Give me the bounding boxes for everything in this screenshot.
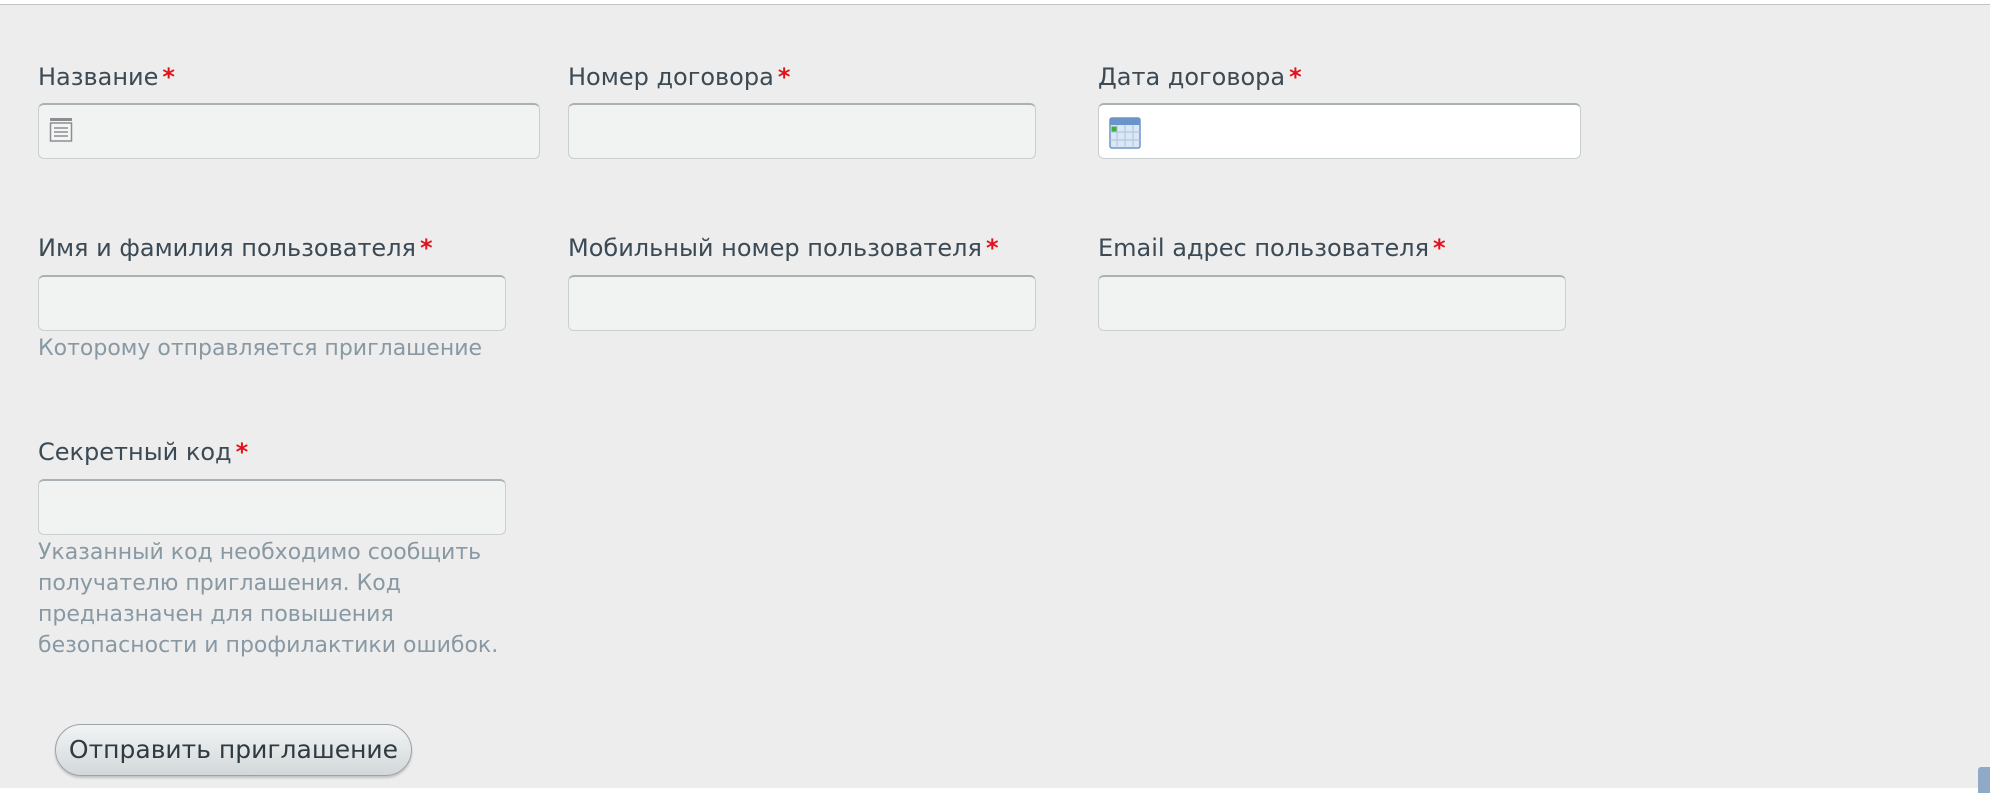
required-marker: * bbox=[162, 63, 175, 91]
contract-date-field-group: Дата договора * bbox=[1098, 62, 1302, 92]
invite-form-panel: Название * Номер договора * Дата договора * bbox=[0, 4, 1990, 793]
user-full-name-field-group: Имя и фамилия пользователя * bbox=[38, 233, 433, 263]
user-mobile-field-group: Мобильный номер пользователя * bbox=[568, 233, 999, 263]
secret-code-hint: Указанный код необходимо сообщить получа… bbox=[38, 537, 498, 661]
contract-number-label: Номер договора * bbox=[568, 63, 791, 91]
user-email-input[interactable] bbox=[1098, 275, 1566, 331]
secret-code-field-group: Секретный код * bbox=[38, 437, 248, 467]
name-input[interactable] bbox=[38, 103, 540, 159]
user-mobile-label: Мобильный номер пользователя * bbox=[568, 234, 999, 262]
contract-number-field-group: Номер договора * bbox=[568, 62, 790, 92]
secret-code-hint-line: Указанный код необходимо сообщить bbox=[38, 540, 482, 565]
name-label: Название * bbox=[38, 63, 175, 91]
contract-date-input[interactable] bbox=[1098, 103, 1581, 159]
resize-corner bbox=[1978, 767, 1990, 793]
required-marker: * bbox=[235, 438, 249, 466]
required-marker: * bbox=[1289, 63, 1302, 91]
required-marker: * bbox=[985, 234, 999, 262]
contract-date-label: Дата договора * bbox=[1098, 63, 1302, 91]
send-invitation-button[interactable]: Отправить приглашение bbox=[55, 724, 412, 776]
name-field-group: Название * bbox=[38, 62, 175, 92]
calendar-icon[interactable] bbox=[1109, 117, 1141, 149]
required-marker: * bbox=[1433, 234, 1446, 262]
required-marker: * bbox=[419, 234, 433, 262]
secret-code-label: Секретный код * bbox=[38, 438, 249, 466]
secret-code-hint-line: получателю приглашения. Код bbox=[38, 571, 401, 596]
contract-number-input[interactable] bbox=[568, 103, 1036, 159]
user-full-name-input[interactable] bbox=[38, 275, 506, 331]
required-marker: * bbox=[777, 63, 791, 91]
secret-code-hint-line: предназначен для повышения bbox=[38, 602, 394, 627]
list-icon bbox=[49, 118, 73, 142]
user-email-label: Email адрес пользователя * bbox=[1098, 234, 1446, 262]
user-full-name-hint: Которому отправляется приглашение bbox=[38, 336, 483, 361]
user-email-field-group: Email адрес пользователя * bbox=[1098, 233, 1446, 263]
secret-code-input[interactable] bbox=[38, 479, 506, 535]
user-full-name-label: Имя и фамилия пользователя * bbox=[38, 234, 433, 262]
user-mobile-input[interactable] bbox=[568, 275, 1036, 331]
secret-code-hint-line: безопасности и профилактики ошибок. bbox=[38, 633, 499, 658]
